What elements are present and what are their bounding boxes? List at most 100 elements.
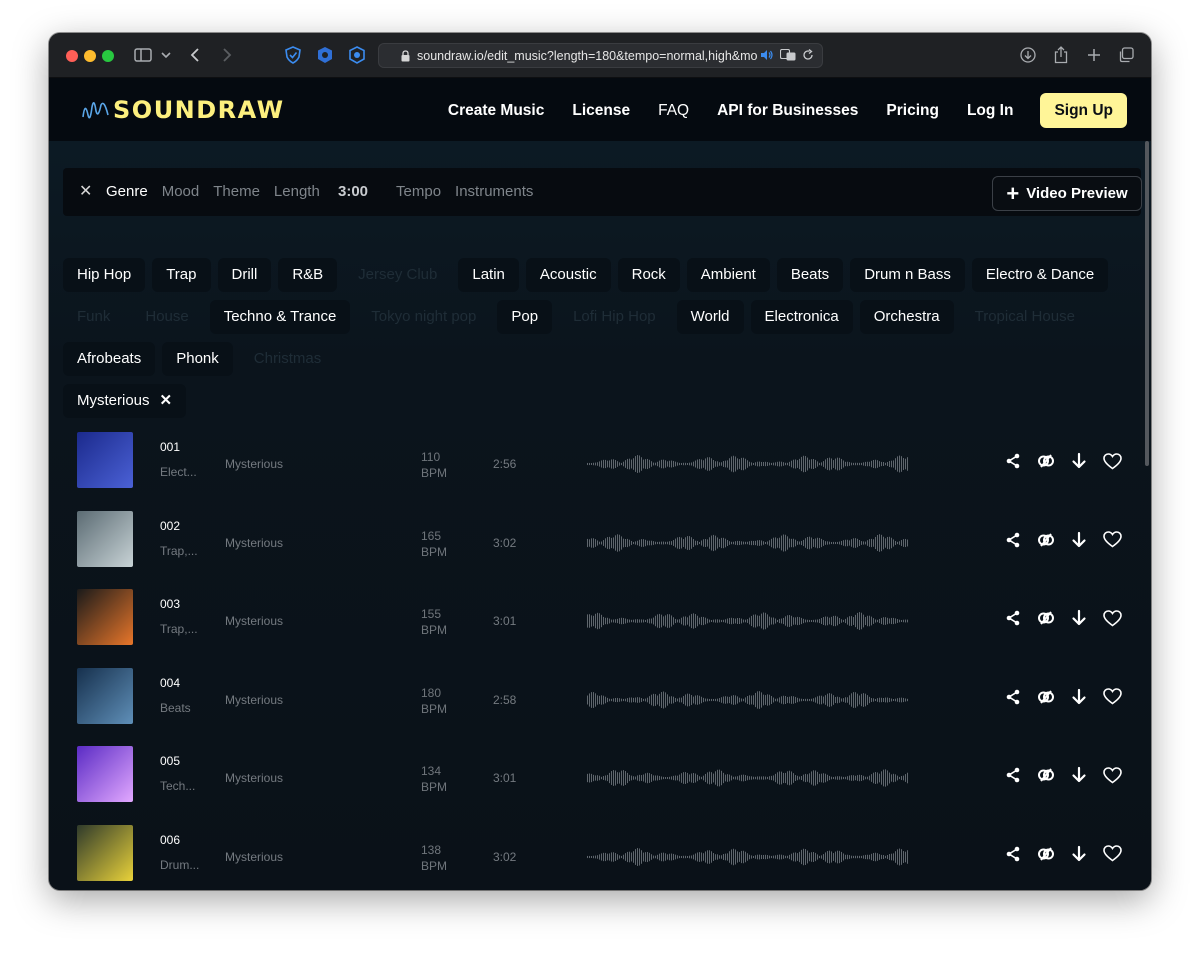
genre-chip[interactable]: Phonk xyxy=(162,342,233,376)
track-row[interactable]: 005 Tech... Mysterious 3:01 134 BPM xyxy=(49,746,1151,824)
heart-icon[interactable] xyxy=(1101,450,1123,472)
download-icon[interactable] xyxy=(1068,607,1090,629)
waveform-bar xyxy=(707,457,708,471)
download-icon[interactable] xyxy=(1068,764,1090,786)
download-icon[interactable] xyxy=(1068,529,1090,551)
nav-pricing[interactable]: Pricing xyxy=(886,102,939,120)
new-tab-icon[interactable] xyxy=(1084,44,1104,66)
genre-chip[interactable]: Beats xyxy=(776,258,844,292)
share-icon[interactable] xyxy=(1002,450,1024,472)
waveform-bar xyxy=(877,619,878,623)
nav-faq[interactable]: FAQ xyxy=(658,102,689,120)
soundraw-logo[interactable]: SOUNDRAW xyxy=(81,96,285,124)
translate-icon[interactable] xyxy=(779,48,796,64)
chevron-down-icon[interactable] xyxy=(159,44,173,66)
forward-icon[interactable] xyxy=(219,44,235,66)
genre-chip[interactable]: R&B xyxy=(278,258,338,292)
link-icon[interactable] xyxy=(1035,450,1057,472)
close-filter-icon[interactable]: ✕ xyxy=(79,181,92,201)
share-icon[interactable] xyxy=(1002,607,1024,629)
genre-chip[interactable]: Drill xyxy=(217,258,272,292)
waveform[interactable] xyxy=(587,682,910,718)
link-icon[interactable] xyxy=(1035,686,1057,708)
tab-length[interactable]: Length 3:00 xyxy=(274,183,382,200)
genre-chip[interactable]: Drum n Bass xyxy=(850,258,965,292)
share-icon[interactable] xyxy=(1002,686,1024,708)
track-thumbnail[interactable] xyxy=(77,667,133,724)
sidebar-toggle-icon[interactable] xyxy=(133,44,153,66)
reload-icon[interactable] xyxy=(802,48,814,64)
download-icon[interactable] xyxy=(1068,450,1090,472)
video-preview-button[interactable]: + Video Preview xyxy=(992,176,1142,211)
shield-extension-icon[interactable] xyxy=(283,44,303,66)
nav-create-music[interactable]: Create Music xyxy=(448,102,544,120)
track-row[interactable]: 002 Trap,... Mysterious 3:02 165 BPM xyxy=(49,510,1151,589)
tab-instruments[interactable]: Instruments xyxy=(455,183,533,200)
download-icon[interactable] xyxy=(1068,843,1090,865)
minimize-window-button[interactable] xyxy=(84,50,96,62)
genre-chip[interactable]: Orchestra xyxy=(859,300,954,334)
track-thumbnail[interactable] xyxy=(77,824,133,881)
selected-filter-chip[interactable]: Mysterious ✕ xyxy=(63,384,187,418)
genre-chip[interactable]: Rock xyxy=(617,258,680,292)
genre-chip[interactable]: World xyxy=(676,300,744,334)
close-window-button[interactable] xyxy=(66,50,78,62)
track-row[interactable]: 006 Drum... Mysterious 3:02 138 BPM xyxy=(49,824,1151,891)
back-icon[interactable] xyxy=(187,44,203,66)
speaker-icon[interactable] xyxy=(760,49,774,64)
privacy-extension-icon[interactable] xyxy=(347,44,367,66)
genre-chip[interactable]: Afrobeats xyxy=(63,342,156,376)
link-icon[interactable] xyxy=(1035,843,1057,865)
heart-icon[interactable] xyxy=(1101,529,1123,551)
tab-genre[interactable]: Genre xyxy=(106,183,148,200)
vpn-extension-icon[interactable] xyxy=(315,44,335,66)
nav-login[interactable]: Log In xyxy=(967,102,1014,120)
waveform[interactable] xyxy=(587,603,910,639)
link-icon[interactable] xyxy=(1035,607,1057,629)
scrollbar[interactable] xyxy=(1145,141,1149,466)
share-icon[interactable] xyxy=(1002,764,1024,786)
track-thumbnail[interactable] xyxy=(77,432,133,488)
track-row[interactable]: 004 Beats Mysterious 2:58 180 BPM xyxy=(49,667,1151,746)
address-bar[interactable]: soundraw.io/edit_music?length=180&tempo=… xyxy=(378,43,823,68)
remove-filter-icon[interactable]: ✕ xyxy=(160,384,173,418)
waveform-bar xyxy=(843,539,844,546)
heart-icon[interactable] xyxy=(1101,843,1123,865)
heart-icon[interactable] xyxy=(1101,686,1123,708)
tab-theme[interactable]: Theme xyxy=(213,183,260,200)
waveform[interactable] xyxy=(587,839,910,875)
heart-icon[interactable] xyxy=(1101,607,1123,629)
share-icon[interactable] xyxy=(1002,843,1024,865)
track-row[interactable]: 003 Trap,... Mysterious 3:01 155 BPM xyxy=(49,589,1151,667)
genre-chip[interactable]: Trap xyxy=(152,258,211,292)
waveform[interactable] xyxy=(587,446,910,482)
genre-chip[interactable]: Techno & Trance xyxy=(209,300,351,334)
share-page-icon[interactable] xyxy=(1051,44,1071,66)
signup-button[interactable]: Sign Up xyxy=(1040,93,1127,128)
tab-tempo[interactable]: Tempo xyxy=(396,183,441,200)
track-thumbnail[interactable] xyxy=(77,746,133,802)
link-icon[interactable] xyxy=(1035,764,1057,786)
genre-chip[interactable]: Ambient xyxy=(686,258,770,292)
share-icon[interactable] xyxy=(1002,529,1024,551)
genre-chip[interactable]: Pop xyxy=(497,300,553,334)
track-thumbnail[interactable] xyxy=(77,510,133,567)
genre-chip[interactable]: Acoustic xyxy=(525,258,611,292)
link-icon[interactable] xyxy=(1035,529,1057,551)
track-row[interactable]: 001 Elect... Mysterious 2:56 110 BPM xyxy=(49,432,1151,510)
download-icon[interactable] xyxy=(1068,686,1090,708)
waveform[interactable] xyxy=(587,525,910,561)
downloads-icon[interactable] xyxy=(1018,44,1038,66)
tab-mood[interactable]: Mood xyxy=(162,183,200,200)
track-thumbnail[interactable] xyxy=(77,589,133,645)
genre-chip[interactable]: Electronica xyxy=(750,300,853,334)
tab-overview-icon[interactable] xyxy=(1116,44,1136,66)
zoom-window-button[interactable] xyxy=(102,50,114,62)
genre-chip[interactable]: Latin xyxy=(458,258,519,292)
nav-api[interactable]: API for Businesses xyxy=(717,102,858,120)
genre-chip[interactable]: Electro & Dance xyxy=(971,258,1109,292)
nav-license[interactable]: License xyxy=(572,102,630,120)
genre-chip[interactable]: Hip Hop xyxy=(63,258,146,292)
heart-icon[interactable] xyxy=(1101,764,1123,786)
waveform[interactable] xyxy=(587,760,910,796)
